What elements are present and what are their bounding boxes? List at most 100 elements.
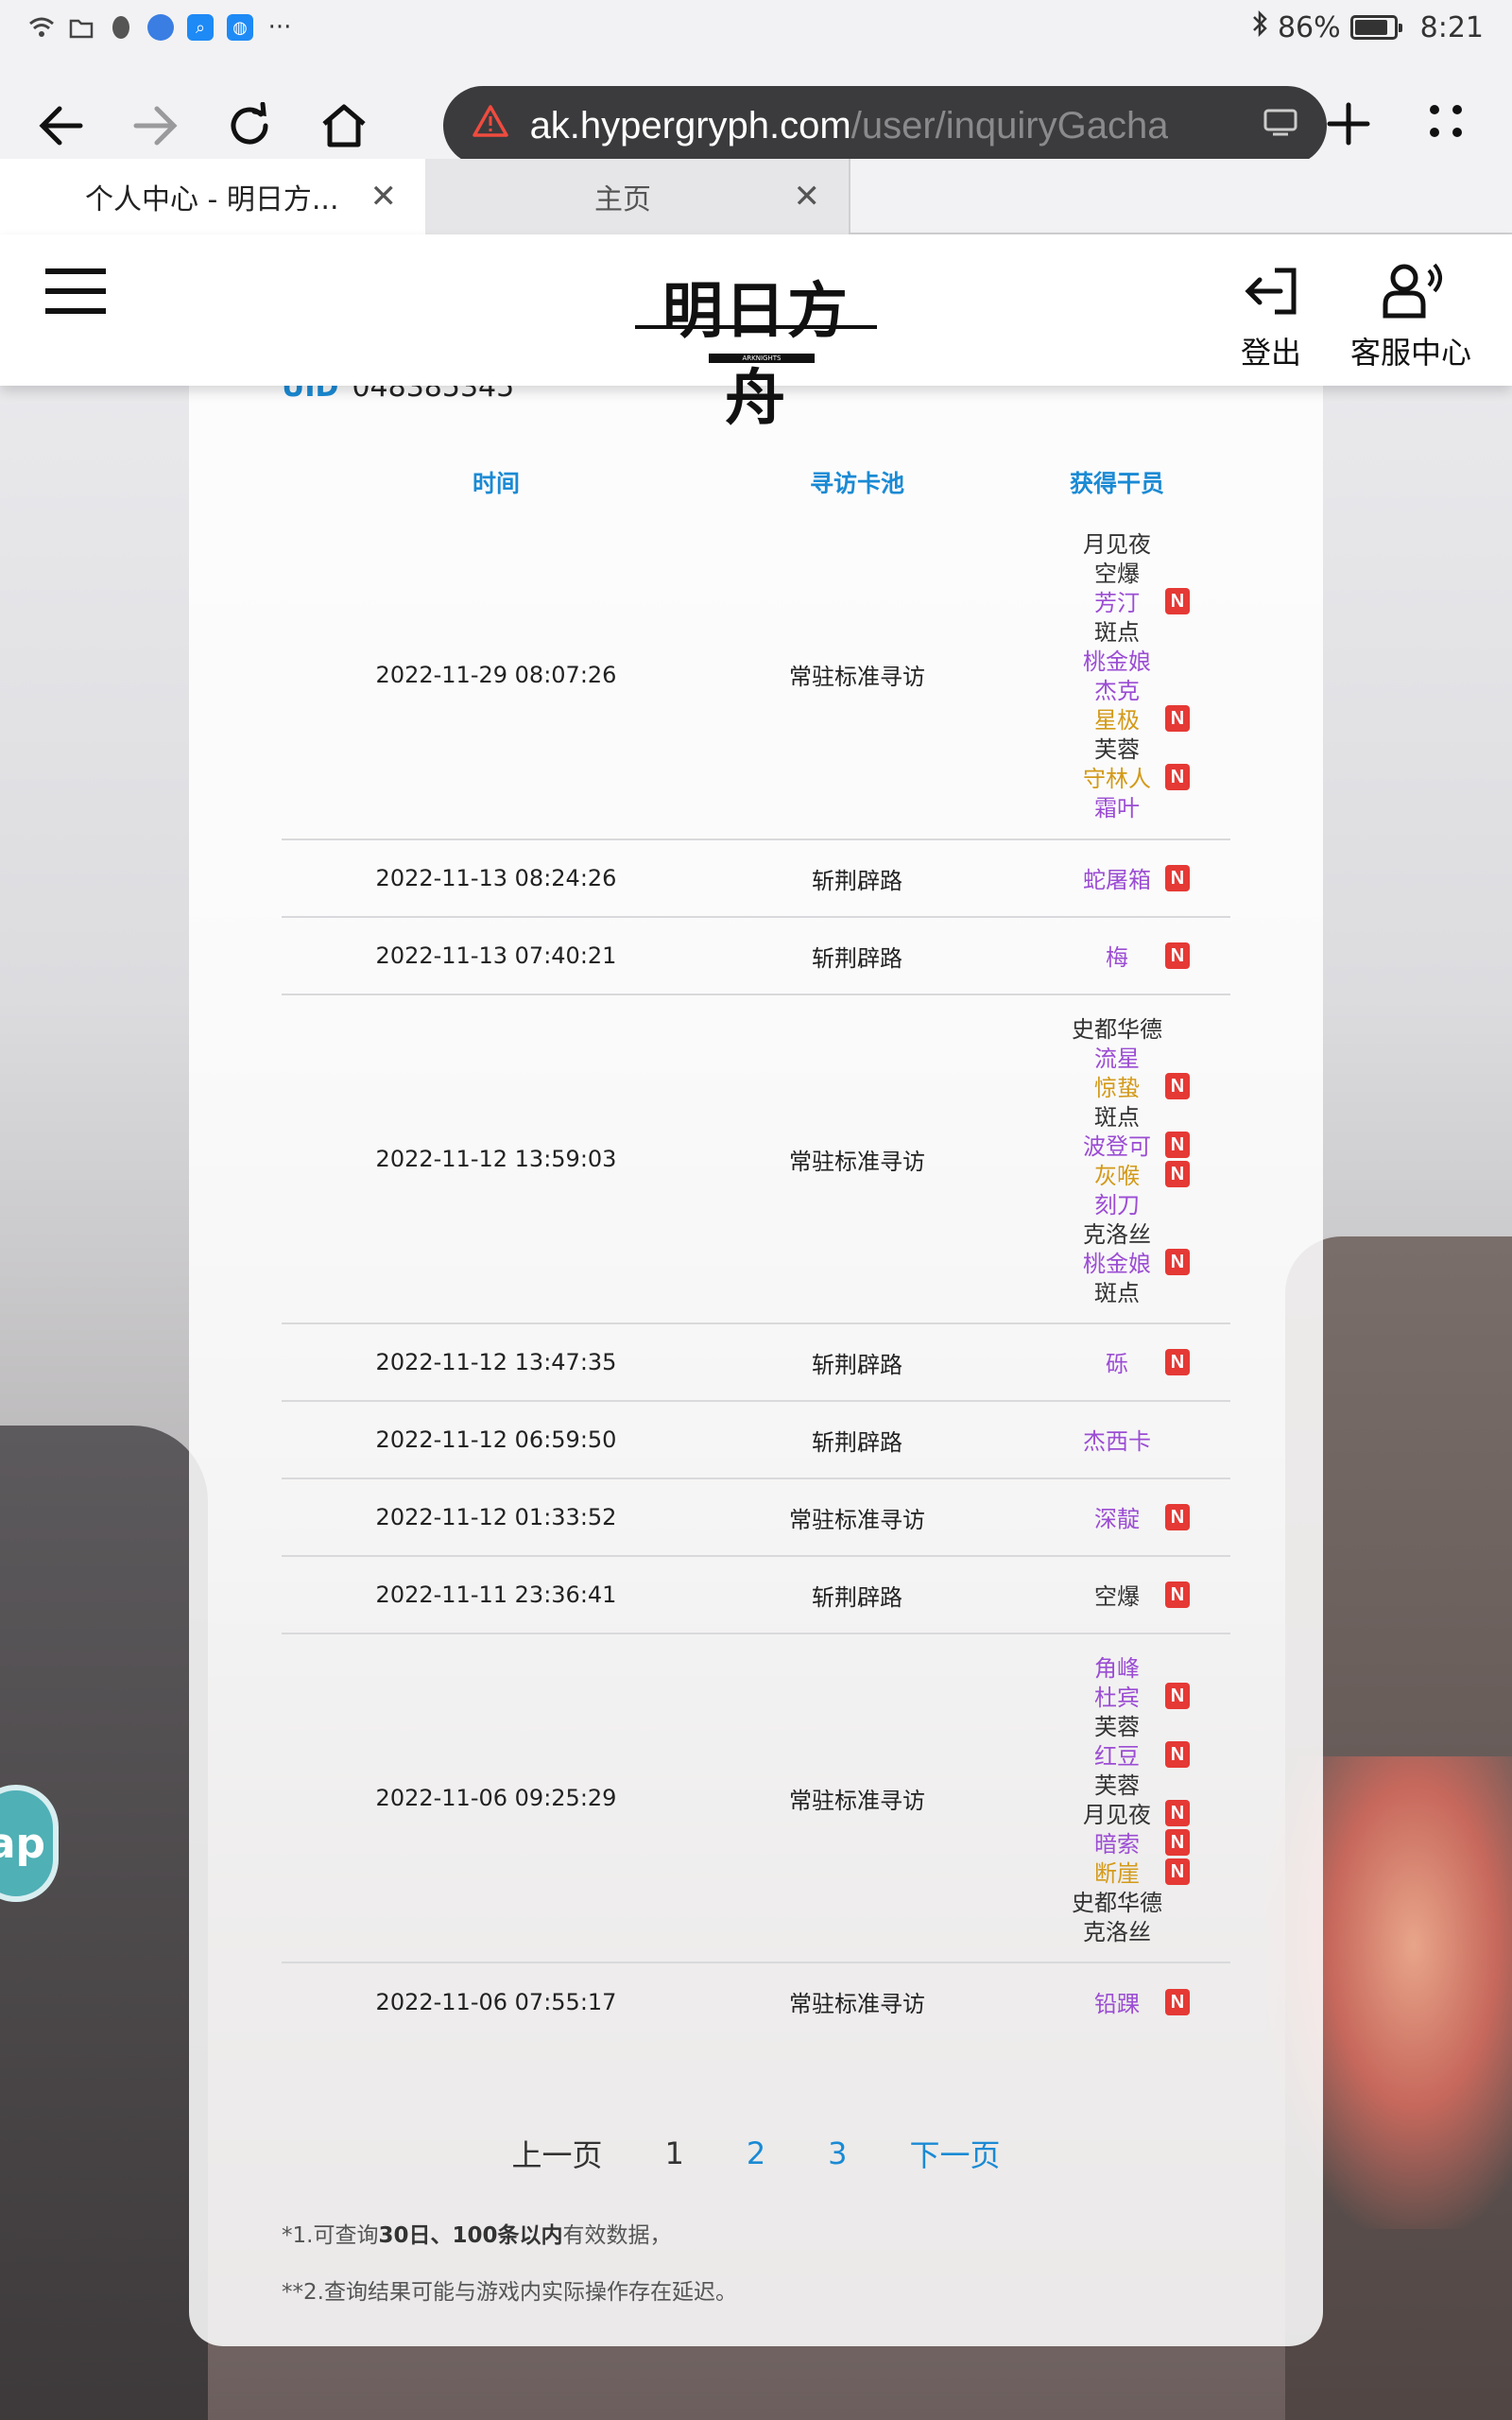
hamburger-menu-icon[interactable] <box>45 268 106 314</box>
url-path: /user/inquiryGacha <box>850 104 1169 147</box>
new-badge: N <box>1165 865 1190 891</box>
table-row: 2022-11-12 06:59:50 斩荆辟路 杰西卡 <box>282 1401 1230 1479</box>
reload-button[interactable] <box>216 93 283 159</box>
operator-list: 铅踝 N <box>1046 1987 1190 2017</box>
forward-arrow-icon <box>133 106 178 146</box>
cell-operators: 砾N <box>1004 1323 1230 1402</box>
new-badge: N <box>1165 1799 1190 1826</box>
cell-operators: 月见夜 空爆 芳汀 N 斑点 桃金娘 杰克 星极 N 芙蓉 守林人 N 霜叶 <box>1004 510 1230 840</box>
header-operators: 获得干员 <box>1069 470 1164 497</box>
page-3-link[interactable]: 3 <box>828 2135 847 2171</box>
cell-time: 2022-11-12 13:59:03 <box>282 994 711 1324</box>
table-row: 2022-11-12 13:47:35 斩荆辟路砾 N <box>282 1323 1230 1402</box>
operator-name: 史都华德 <box>1072 1889 1162 1916</box>
cell-operators: 铅踝 N <box>1004 1962 1230 2040</box>
side-floating-button[interactable]: ap <box>0 1785 59 1902</box>
operator-name: 月见夜 <box>1083 531 1151 558</box>
prev-page-link[interactable]: 上一页 <box>511 2132 602 2175</box>
operator-item: 克洛丝 <box>1046 1915 1188 1945</box>
page-2-link[interactable]: 2 <box>747 2135 765 2171</box>
operator-item: 刻刀 <box>1046 1188 1188 1219</box>
table-row: 2022-11-13 07:40:21 斩荆辟路梅 N <box>282 917 1230 995</box>
operator-name: 芳汀 <box>1094 590 1140 616</box>
operator-item: 惊蛰 N <box>1046 1071 1190 1101</box>
operator-item: 斑点 <box>1046 1276 1188 1306</box>
operator-list: 梅N <box>1046 941 1190 971</box>
new-tab-button[interactable] <box>1327 102 1370 149</box>
address-bar[interactable]: ak.hypergryph.com /user/inquiryGacha <box>442 86 1328 165</box>
menu-button[interactable] <box>1427 102 1465 149</box>
new-badge: N <box>1165 1858 1190 1885</box>
operator-item: 杜宾 N <box>1046 1681 1190 1711</box>
operator-name: 克洛丝 <box>1083 1220 1151 1248</box>
operator-item: 桃金娘 <box>1046 645 1188 675</box>
operator-name: 守林人 <box>1083 766 1151 792</box>
new-badge: N <box>1165 1682 1190 1709</box>
logout-button[interactable]: 登出 <box>1228 253 1314 372</box>
search-icon: ⌕ <box>187 14 214 41</box>
operator-item: 杰克 <box>1046 674 1188 704</box>
cell-time: 2022-11-12 06:59:50 <box>282 1401 711 1479</box>
cell-time: 2022-11-06 09:25:29 <box>282 1634 711 1963</box>
table-row: 2022-11-12 01:33:52 常驻标准寻访 深靛 N <box>282 1478 1230 1557</box>
operator-name: 铅踝 <box>1094 1990 1140 2017</box>
cell-operators: 角峰 杜宾 N 芙蓉 红豆 N 芙蓉 月见夜 N 暗索 N 断崖 N 史都华德 克洛丝 <box>1004 1634 1230 1963</box>
new-badge: N <box>1165 1349 1190 1375</box>
tab-strip: 个人中心 - 明日方... ✕ 主页 ✕ <box>0 159 1512 234</box>
notes: *1.可查询30日、100条以内有效数据， **2.查询结果可能与游戏内实际操作… <box>282 2207 737 2321</box>
arknights-logo[interactable]: 明日方舟 ARKNIGHTS <box>635 263 877 434</box>
note-2: **2.查询结果可能与游戏内实际操作存在延迟。 <box>282 2280 737 2305</box>
back-arrow-icon <box>39 106 83 146</box>
customer-service-button[interactable]: 客服中心 <box>1340 253 1482 372</box>
operator-name: 空爆 <box>1094 561 1140 587</box>
cell-operators: 深靛 N <box>1004 1478 1230 1557</box>
close-icon[interactable]: ✕ <box>370 178 398 216</box>
back-button[interactable] <box>28 93 94 159</box>
operator-item: 芙蓉 <box>1046 1710 1188 1740</box>
operator-item: 月见夜 <box>1046 527 1188 558</box>
operator-item: 红豆 N <box>1046 1739 1190 1770</box>
cell-pool: 斩荆辟路 <box>711 1556 1004 1634</box>
url-domain: ak.hypergryph.com <box>529 104 851 147</box>
operator-item: 桃金娘 N <box>1046 1247 1190 1277</box>
new-badge: N <box>1165 1988 1190 2015</box>
operator-name: 芙蓉 <box>1094 1713 1140 1740</box>
tab-personal-center[interactable]: 个人中心 - 明日方... ✕ <box>0 159 425 234</box>
table-body: 2022-11-29 08:07:26 常驻标准寻访 月见夜 空爆 芳汀 N 斑点 桃金娘 杰克… <box>282 510 1230 2040</box>
tab-home[interactable]: 主页 ✕ <box>425 159 850 234</box>
bulb-icon: ◍ <box>227 14 253 41</box>
cell-pool: 常驻标准寻访 <box>711 510 1004 840</box>
close-icon[interactable]: ✕ <box>794 178 821 216</box>
operator-item: 灰喉 N <box>1046 1159 1190 1189</box>
note-1: *1.可查询30日、100条以内有效数据， <box>282 2223 672 2248</box>
operator-item: 芳汀 N <box>1046 586 1190 616</box>
headset-icon <box>1340 253 1482 329</box>
cell-time: 2022-11-13 07:40:21 <box>282 917 711 995</box>
next-page-link[interactable]: 下一页 <box>910 2132 1001 2175</box>
new-badge: N <box>1165 1131 1190 1158</box>
operator-name: 杰西卡 <box>1083 1428 1151 1455</box>
gacha-record-card: UID 048385345 时间 寻访卡池 获得干员 2022-11-29 08:… <box>189 359 1323 2346</box>
clock: 8:21 <box>1419 10 1484 44</box>
operator-list: 蛇屠箱 N <box>1046 863 1190 893</box>
operator-name: 深靛 <box>1094 1506 1140 1532</box>
reader-mode-icon[interactable] <box>1263 105 1298 147</box>
home-button[interactable] <box>311 93 377 159</box>
operator-item: 断崖 N <box>1046 1857 1190 1887</box>
site-header: 明日方舟 ARKNIGHTS 登出 客服中心 <box>0 234 1512 434</box>
operator-list: 史都华德 流星 惊蛰 N 斑点 波登可 N 灰喉 N 刻刀 克洛丝 桃金娘 N 斑点 <box>1046 1012 1190 1306</box>
cell-pool: 常驻标准寻访 <box>711 1634 1004 1963</box>
operator-name: 史都华德 <box>1072 1015 1162 1043</box>
operator-item: 星极 N <box>1046 703 1190 734</box>
globe-icon <box>147 14 174 41</box>
table-row: 2022-11-29 08:07:26 常驻标准寻访 月见夜 空爆 芳汀 N 斑点 桃金娘 杰克… <box>282 510 1230 840</box>
warning-icon <box>472 104 509 147</box>
operator-item: 砾N <box>1046 1347 1190 1377</box>
logo-text: 明日方舟 <box>662 276 850 434</box>
forward-button[interactable] <box>123 93 189 159</box>
table-row: 2022-11-06 07:55:17 常驻标准寻访 铅踝 N <box>282 1962 1230 2040</box>
operator-item: 芙蓉 <box>1046 733 1188 763</box>
cell-pool: 常驻标准寻访 <box>711 994 1004 1324</box>
operator-name: 芙蓉 <box>1094 1772 1140 1799</box>
home-icon <box>322 104 366 147</box>
